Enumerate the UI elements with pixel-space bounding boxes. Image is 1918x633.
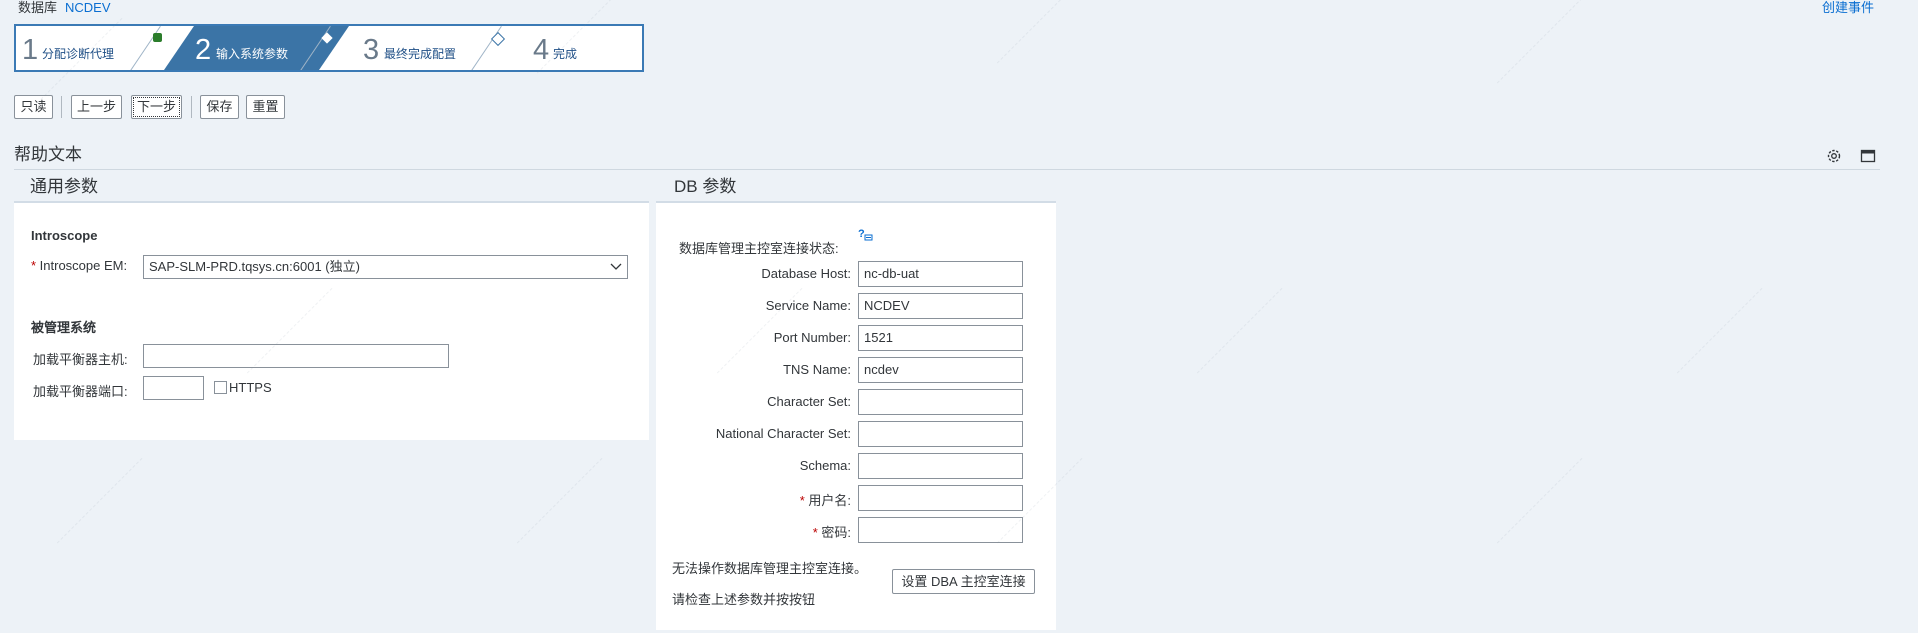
db-field-label: * 用户名: <box>800 490 851 509</box>
gear-icon[interactable] <box>1825 147 1843 165</box>
lb-host-input[interactable] <box>143 344 449 368</box>
wizard-roadmap: 1 分配诊断代理 2 输入系统参数 3 最终完成配置 4 完成 <box>14 24 644 72</box>
db-field-label-text: Database Host: <box>761 266 851 281</box>
next-step-button[interactable]: 下一步 <box>131 95 182 119</box>
watermark-mark <box>516 457 604 545</box>
db-name-link[interactable]: NCDEV <box>65 0 111 15</box>
watermark-mark <box>1676 287 1764 375</box>
db-field-label-text: 用户名: <box>808 493 851 508</box>
watermark-mark <box>996 0 1084 65</box>
watermark-mark <box>1496 0 1584 85</box>
db-field-input[interactable] <box>858 517 1023 543</box>
db-field-input[interactable]: ncdev <box>858 357 1023 383</box>
db-field-label: Database Host: <box>761 266 851 281</box>
step-label: 分配诊断代理 <box>42 47 115 61</box>
toolbar-divider <box>61 96 62 118</box>
watermark-mark <box>1196 287 1284 375</box>
watermark-mark <box>56 457 144 545</box>
help-text-title[interactable]: 帮助文本 <box>14 145 82 165</box>
readonly-button[interactable]: 只读 <box>14 95 53 119</box>
db-field-label-text: 密码: <box>821 525 851 540</box>
db-field-label-text: TNS Name: <box>783 362 851 377</box>
check-params-message: 请检查上述参数并按按钮 <box>672 592 816 607</box>
db-field-label-text: Character Set: <box>767 394 851 409</box>
db-field-label: National Character Set: <box>716 426 851 441</box>
db-params-panel: 数据库管理主控室连接状态: ? Database Host: nc-db-uat S… <box>656 203 1056 630</box>
db-field-input[interactable]: 1521 <box>858 325 1023 351</box>
db-field-label-text: National Character Set: <box>715 426 851 441</box>
introscope-em-select[interactable]: SAP-SLM-PRD.tqsys.cn:6001 (独立) <box>143 255 628 279</box>
introscope-em-label-text: Introscope EM: <box>39 258 128 273</box>
https-label: HTTPS <box>229 380 272 395</box>
step-complete-icon <box>153 33 162 42</box>
step-number: 3 <box>363 34 380 66</box>
db-field-input[interactable] <box>858 389 1023 415</box>
db-field-label: Port Number: <box>774 330 851 345</box>
chevron-down-icon[interactable] <box>609 258 623 283</box>
step-number: 1 <box>22 34 39 66</box>
db-field-input[interactable] <box>858 485 1023 511</box>
save-button[interactable]: 保存 <box>200 95 239 119</box>
lb-host-label: 加载平衡器主机: <box>33 352 128 367</box>
step-number: 2 <box>195 34 212 66</box>
dba-cockpit-status-label: 数据库管理主控室连接状态: <box>679 241 839 256</box>
required-asterisk: * <box>31 258 40 273</box>
lb-port-label: 加载平衡器端口: <box>33 384 128 399</box>
lb-port-input[interactable] <box>143 376 204 400</box>
toolbar-divider <box>191 96 192 118</box>
general-params-panel: Introscope * Introscope EM: SAP-SLM-PRD.… <box>14 203 649 440</box>
step-pending-diamond-icon <box>490 31 506 47</box>
connection-status-unknown-icon[interactable]: ? <box>858 227 874 243</box>
db-field-label-text: Port Number: <box>773 330 851 345</box>
https-checkbox[interactable] <box>214 381 227 394</box>
db-field-label-text: Schema: <box>799 458 851 473</box>
db-field-label: Service Name: <box>766 298 851 313</box>
help-text-divider <box>14 169 1880 170</box>
step-label: 最终完成配置 <box>384 47 457 61</box>
svg-text:?: ? <box>858 228 865 240</box>
introscope-em-value: SAP-SLM-PRD.tqsys.cn:6001 (独立) <box>149 259 360 274</box>
db-params-title: DB 参数 <box>674 177 737 196</box>
database-breadcrumb: 数据库 NCDEV <box>18 0 111 16</box>
step-label: 完成 <box>553 47 578 61</box>
connection-error-message: 无法操作数据库管理主控室连接。 <box>672 561 868 576</box>
db-field-label: * 密码: <box>813 522 851 541</box>
general-params-title: 通用参数 <box>30 177 98 196</box>
create-event-link[interactable]: 创建事件 <box>1822 0 1874 16</box>
maximize-icon[interactable] <box>1859 147 1877 165</box>
introscope-em-label: * Introscope EM: <box>31 258 127 273</box>
db-field-label: Character Set: <box>767 394 851 409</box>
db-field-input[interactable]: nc-db-uat <box>858 261 1023 287</box>
setup-dba-cockpit-connection-button[interactable]: 设置 DBA 主控室连接 <box>892 569 1035 594</box>
prev-step-button[interactable]: 上一步 <box>71 95 122 119</box>
db-field-label: Schema: <box>800 458 851 473</box>
managed-system-section-title: 被管理系统 <box>31 320 97 335</box>
introscope-section-title: Introscope <box>31 228 98 243</box>
db-field-input[interactable] <box>858 453 1023 479</box>
reset-button[interactable]: 重置 <box>246 95 285 119</box>
db-field-label-text: Service Name: <box>765 298 851 313</box>
db-label: 数据库 <box>18 0 58 15</box>
watermark-mark <box>1496 457 1584 545</box>
step-label: 输入系统参数 <box>216 47 289 61</box>
db-field-label: TNS Name: <box>783 362 851 377</box>
step-number: 4 <box>533 34 550 66</box>
db-field-input[interactable] <box>858 421 1023 447</box>
db-field-input[interactable]: NCDEV <box>858 293 1023 319</box>
